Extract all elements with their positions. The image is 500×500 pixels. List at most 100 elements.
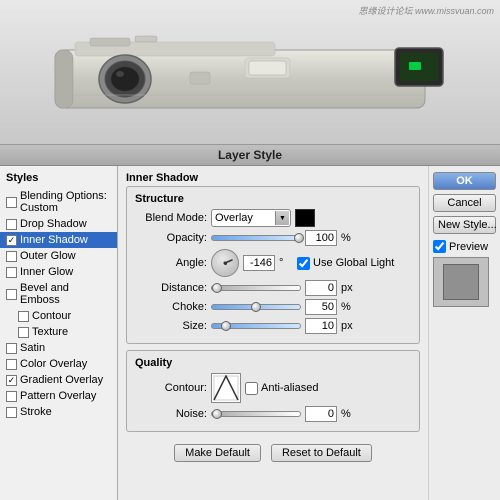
contour-checkbox[interactable] xyxy=(18,311,29,322)
style-item-pattern-overlay[interactable]: Pattern Overlay xyxy=(0,388,117,404)
size-slider-handle[interactable] xyxy=(221,321,231,331)
angle-dial[interactable] xyxy=(211,249,239,277)
opacity-slider[interactable] xyxy=(211,235,301,241)
style-item-color-overlay[interactable]: Color Overlay xyxy=(0,356,117,372)
distance-slider[interactable] xyxy=(211,285,301,291)
noise-slider-handle[interactable] xyxy=(212,409,222,419)
choke-row: Choke: % xyxy=(135,299,411,315)
style-label-stroke: Stroke xyxy=(20,406,52,418)
styles-panel-title: Styles xyxy=(0,170,117,188)
blend-mode-value: Overlay xyxy=(215,212,253,224)
preview-inner xyxy=(443,264,479,300)
style-item-contour[interactable]: Contour xyxy=(0,308,117,324)
stroke-checkbox[interactable] xyxy=(6,407,17,418)
blend-mode-select[interactable]: Overlay ▼ xyxy=(211,209,291,227)
distance-row: Distance: px xyxy=(135,280,411,296)
style-item-outer-glow[interactable]: Outer Glow xyxy=(0,248,117,264)
noise-slider[interactable] xyxy=(211,411,301,417)
anti-alias-checkbox[interactable] xyxy=(245,382,258,395)
dialog-title-bar: Layer Style xyxy=(0,145,500,166)
contour-label: Contour: xyxy=(135,382,207,394)
styles-list: Blending Options: Custom Drop Shadow ✓ I… xyxy=(0,188,117,420)
style-item-bevel-emboss[interactable]: Bevel and Emboss xyxy=(0,280,117,308)
style-label-outer-glow: Outer Glow xyxy=(20,250,76,262)
noise-input[interactable] xyxy=(305,406,337,422)
blend-color-swatch[interactable] xyxy=(295,209,315,227)
distance-slider-handle[interactable] xyxy=(212,283,222,293)
watermark: 思缘设计论坛 www.missvuan.com xyxy=(358,4,494,17)
middle-panel: Inner Shadow Structure Blend Mode: Overl… xyxy=(118,166,428,500)
opacity-slider-handle[interactable] xyxy=(294,233,304,243)
blend-mode-row: Blend Mode: Overlay ▼ xyxy=(135,209,411,227)
style-item-drop-shadow[interactable]: Drop Shadow xyxy=(0,216,117,232)
inner-glow-checkbox[interactable] xyxy=(6,267,17,278)
angle-row: Angle: ° Use Global Light xyxy=(135,249,411,277)
quality-section: Quality Contour: Anti-aliased xyxy=(126,350,420,432)
texture-checkbox[interactable] xyxy=(18,327,29,338)
size-label: Size: xyxy=(135,320,207,332)
style-label-contour: Contour xyxy=(32,310,71,322)
size-row: Size: px xyxy=(135,318,411,334)
size-slider[interactable] xyxy=(211,323,301,329)
new-style-button[interactable]: New Style... xyxy=(433,216,496,234)
style-label-color-overlay: Color Overlay xyxy=(20,358,87,370)
opacity-input[interactable] xyxy=(305,230,337,246)
style-label-satin: Satin xyxy=(20,342,45,354)
choke-label: Choke: xyxy=(135,301,207,313)
angle-unit: ° xyxy=(279,257,293,269)
opacity-label: Opacity: xyxy=(135,232,207,244)
style-label-inner-shadow: Inner Shadow xyxy=(20,234,88,246)
bevel-emboss-checkbox[interactable] xyxy=(6,289,17,300)
choke-slider[interactable] xyxy=(211,304,301,310)
distance-input[interactable] xyxy=(305,280,337,296)
size-input[interactable] xyxy=(305,318,337,334)
satin-checkbox[interactable] xyxy=(6,343,17,354)
use-global-light-label: Use Global Light xyxy=(313,257,394,269)
structure-section: Structure Blend Mode: Overlay ▼ Opacity: xyxy=(126,186,420,344)
choke-slider-handle[interactable] xyxy=(251,302,261,312)
angle-input[interactable] xyxy=(243,255,275,271)
style-item-stroke[interactable]: Stroke xyxy=(0,404,117,420)
opacity-row: Opacity: % xyxy=(135,230,411,246)
inner-shadow-checkbox[interactable]: ✓ xyxy=(6,235,17,246)
make-default-button[interactable]: Make Default xyxy=(174,444,261,462)
color-overlay-checkbox[interactable] xyxy=(6,359,17,370)
angle-dial-svg xyxy=(216,254,234,272)
blend-mode-arrow: ▼ xyxy=(275,211,289,225)
ok-button[interactable]: OK xyxy=(433,172,496,190)
style-item-gradient-overlay[interactable]: ✓ Gradient Overlay xyxy=(0,372,117,388)
style-item-inner-shadow[interactable]: ✓ Inner Shadow xyxy=(0,232,117,248)
style-label-blending: Blending Options: Custom xyxy=(20,190,111,214)
drop-shadow-checkbox[interactable] xyxy=(6,219,17,230)
anti-alias-label: Anti-aliased xyxy=(261,382,318,394)
use-global-light-checkbox[interactable] xyxy=(297,257,310,270)
angle-label: Angle: xyxy=(135,257,207,269)
contour-preview-svg xyxy=(213,375,239,401)
preview-checkbox[interactable] xyxy=(433,240,446,253)
style-item-inner-glow[interactable]: Inner Glow xyxy=(0,264,117,280)
gradient-overlay-checkbox[interactable]: ✓ xyxy=(6,375,17,386)
preview-box xyxy=(433,257,489,307)
style-label-inner-glow: Inner Glow xyxy=(20,266,73,278)
distance-label: Distance: xyxy=(135,282,207,294)
blending-checkbox[interactable] xyxy=(6,197,17,208)
camera-image-area: 思缘设计论坛 www.missvuan.com xyxy=(0,0,500,145)
outer-glow-checkbox[interactable] xyxy=(6,251,17,262)
style-item-texture[interactable]: Texture xyxy=(0,324,117,340)
choke-input[interactable] xyxy=(305,299,337,315)
layer-style-dialog: Layer Style Styles Blending Options: Cus… xyxy=(0,145,500,500)
inner-shadow-section-title: Inner Shadow xyxy=(126,172,420,184)
noise-unit: % xyxy=(341,408,355,420)
preview-label-row: Preview xyxy=(433,240,496,253)
use-global-light-row: Use Global Light xyxy=(297,257,394,270)
dialog-title: Layer Style xyxy=(218,148,282,162)
style-item-satin[interactable]: Satin xyxy=(0,340,117,356)
contour-thumb[interactable] xyxy=(211,373,241,403)
reset-to-default-button[interactable]: Reset to Default xyxy=(271,444,372,462)
size-unit: px xyxy=(341,320,355,332)
cancel-button[interactable]: Cancel xyxy=(433,194,496,212)
pattern-overlay-checkbox[interactable] xyxy=(6,391,17,402)
style-label-drop-shadow: Drop Shadow xyxy=(20,218,87,230)
opacity-unit: % xyxy=(341,232,355,244)
style-item-blending[interactable]: Blending Options: Custom xyxy=(0,188,117,216)
